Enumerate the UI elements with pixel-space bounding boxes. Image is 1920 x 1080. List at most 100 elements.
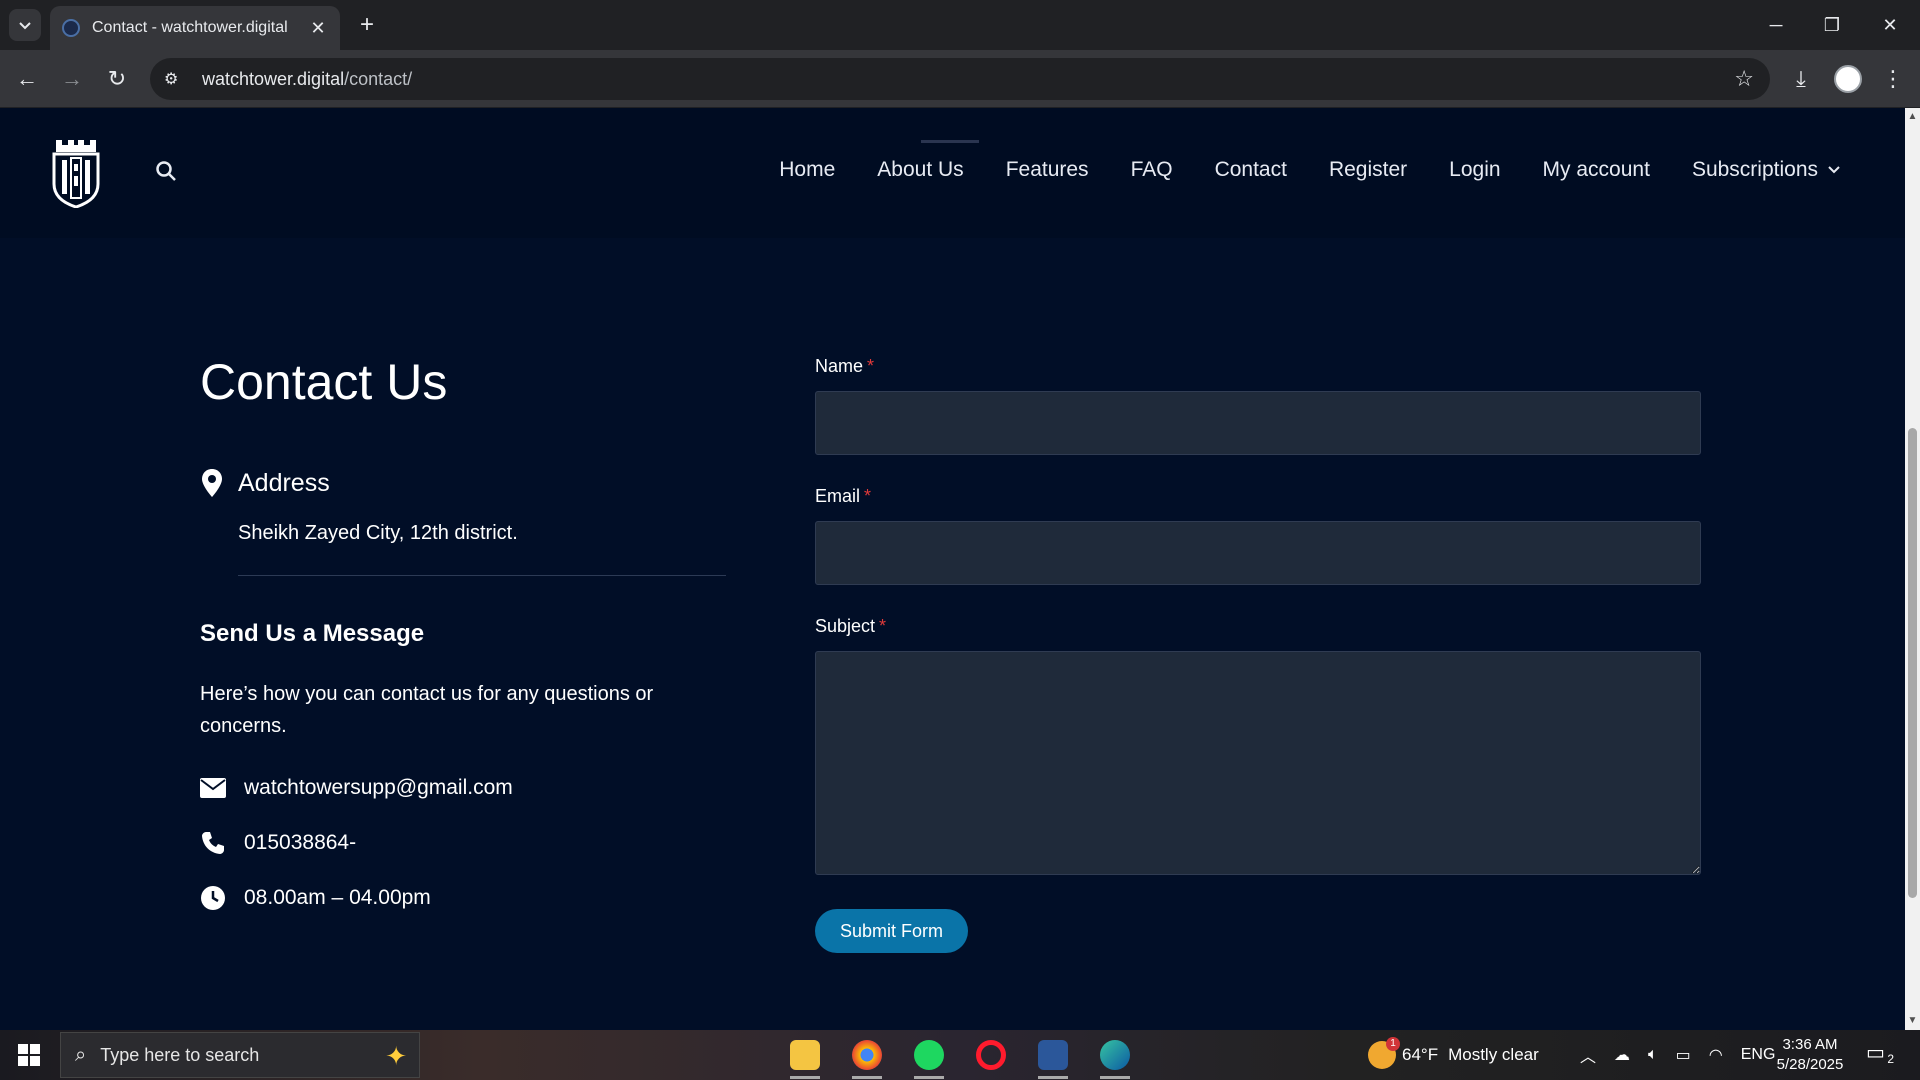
file-explorer-icon[interactable] <box>784 1035 826 1079</box>
minimize-button[interactable]: ─ <box>1756 8 1796 42</box>
battery-icon[interactable]: ▭ <box>1676 1045 1691 1065</box>
nav-item-features[interactable]: Features <box>1006 158 1089 182</box>
sparkle-icon: ✦ <box>385 1041 407 1071</box>
downloads-icon[interactable]: ⤓ <box>1784 62 1818 96</box>
submit-form-button[interactable]: Submit Form <box>815 909 969 953</box>
nav-item-about-us[interactable]: About Us <box>877 158 963 182</box>
nav-item-faq[interactable]: FAQ <box>1131 158 1173 182</box>
main-navigation: Home About Us Features FAQ Contact Regis… <box>779 158 1840 182</box>
nav-item-subscriptions-label: Subscriptions <box>1691 158 1818 181</box>
subject-field[interactable] <box>815 651 1701 875</box>
send-message-description: Here’s how you can contact us for any qu… <box>200 683 654 737</box>
address-label: Address <box>238 468 330 497</box>
scrollbar-thumb[interactable] <box>1908 428 1917 898</box>
new-tab-button[interactable]: + <box>352 10 382 40</box>
page-title: Contact Us <box>200 354 448 410</box>
show-hidden-icons-chevron-icon[interactable]: ︿ <box>1580 1043 1596 1067</box>
location-pin-icon <box>202 469 222 497</box>
required-marker: * <box>879 616 887 636</box>
phone-icon <box>200 830 226 856</box>
spotify-icon[interactable] <box>908 1035 950 1079</box>
send-message-title: Send Us a Message <box>200 620 425 647</box>
contact-form: Name * Email * Subject * Submit Form <box>815 356 1701 953</box>
weather-temperature: 64°F <box>1402 1045 1439 1064</box>
opera-icon[interactable] <box>970 1035 1012 1075</box>
site-favicon-icon <box>62 19 80 37</box>
system-tray: ︿ ☁ 🔈︎ ▭ ◠ ENG <box>1580 1030 1775 1080</box>
notification-center-icon[interactable]: ▭ 2 <box>1866 1040 1896 1070</box>
nav-item-contact[interactable]: Contact <box>1215 158 1287 182</box>
back-button[interactable]: ← <box>10 62 44 96</box>
site-header: Home About Us Features FAQ Contact Regis… <box>0 108 1905 238</box>
email-link[interactable]: watchtowersupp@gmail.com <box>244 776 513 800</box>
required-marker: * <box>867 356 875 376</box>
subject-label: Subject * <box>815 616 887 636</box>
weather-moon-icon: 1 <box>1368 1037 1400 1069</box>
forward-button[interactable]: → <box>55 62 89 96</box>
close-window-button[interactable]: ✕ <box>1870 8 1910 42</box>
profile-avatar[interactable] <box>1834 65 1862 93</box>
clock-icon <box>200 885 226 911</box>
nav-active-indicator <box>921 140 979 143</box>
search-icon[interactable] <box>155 160 177 182</box>
search-icon: ⌕ <box>75 1043 87 1066</box>
phone-info: 015038864- <box>200 830 356 856</box>
wifi-icon[interactable]: ◠ <box>1709 1045 1723 1065</box>
address-text: Sheikh Zayed City, 12th district. <box>238 522 518 544</box>
email-info: watchtowersupp@gmail.com <box>200 775 513 801</box>
notification-count: 2 <box>1887 1052 1894 1066</box>
nav-item-home[interactable]: Home <box>779 158 835 182</box>
tab-title: Contact - watchtower.digital <box>92 19 288 36</box>
edge-icon[interactable] <box>1094 1035 1136 1079</box>
windows-logo-icon <box>18 1044 40 1066</box>
nav-item-register[interactable]: Register <box>1329 158 1407 182</box>
start-button[interactable] <box>0 1030 58 1080</box>
onedrive-cloud-icon[interactable]: ☁ <box>1614 1045 1630 1065</box>
weather-alert-badge: 1 <box>1386 1037 1400 1051</box>
browser-tab-bar: Contact - watchtower.digital ✕ + ─ ❐ ✕ <box>0 0 1920 50</box>
nav-item-login[interactable]: Login <box>1449 158 1500 182</box>
scroll-up-arrow-icon[interactable]: ▲ <box>1907 112 1918 122</box>
business-hours: 08.00am – 04.00pm <box>244 886 431 909</box>
nav-item-my-account[interactable]: My account <box>1543 158 1650 182</box>
tab-search-button[interactable] <box>9 9 41 41</box>
chevron-down-icon <box>19 22 31 30</box>
name-field[interactable] <box>815 391 1701 455</box>
page-content: Home About Us Features FAQ Contact Regis… <box>0 108 1905 1030</box>
watchtower-logo[interactable] <box>50 136 102 208</box>
windows-taskbar: ⌕ Type here to search ✦ 1 64°F Mostly cl… <box>0 1030 1920 1080</box>
chevron-down-icon <box>1828 166 1840 174</box>
nav-item-subscriptions[interactable]: Subscriptions <box>1692 158 1840 182</box>
divider <box>238 575 726 576</box>
system-clock[interactable]: 3:36 AM 5/28/2025 <box>1770 1035 1850 1075</box>
weather-description: Mostly clear <box>1448 1045 1539 1064</box>
hours-info: 08.00am – 04.00pm <box>200 885 431 911</box>
address-bar[interactable]: ⚙ watchtower.digital/contact/ ☆ <box>150 58 1770 100</box>
email-field[interactable] <box>815 521 1701 585</box>
envelope-icon <box>200 775 226 801</box>
name-label: Name * <box>815 356 875 376</box>
restore-button[interactable]: ❐ <box>1812 8 1852 42</box>
reload-button[interactable]: ↻ <box>100 62 134 96</box>
browser-tab[interactable]: Contact - watchtower.digital ✕ <box>50 6 340 50</box>
browser-toolbar: ← → ↻ ⚙ watchtower.digital/contact/ ☆ ⤓ … <box>0 50 1920 108</box>
phone-number[interactable]: 015038864- <box>244 831 356 855</box>
close-tab-icon[interactable]: ✕ <box>308 18 328 39</box>
taskbar-search[interactable]: ⌕ Type here to search ✦ <box>60 1032 420 1078</box>
email-label: Email * <box>815 486 872 506</box>
url-text[interactable]: watchtower.digital/contact/ <box>202 69 412 90</box>
weather-widget[interactable]: 1 64°F Mostly clear <box>1368 1030 1539 1080</box>
page-scrollbar[interactable]: ▲ ▼ <box>1905 108 1920 1030</box>
required-marker: * <box>864 486 872 506</box>
menu-icon[interactable]: ⋮ <box>1876 62 1910 96</box>
clock-date: 5/28/2025 <box>1776 1056 1844 1073</box>
taskbar-search-placeholder: Type here to search <box>100 1044 260 1065</box>
site-info-icon[interactable]: ⚙ <box>164 69 188 89</box>
address-heading: Address <box>200 468 330 498</box>
scroll-down-arrow-icon[interactable]: ▼ <box>1907 1016 1918 1026</box>
clock-time: 3:36 AM <box>1782 1036 1838 1053</box>
bookmark-star-icon[interactable]: ☆ <box>1734 66 1754 92</box>
volume-icon[interactable]: 🔈︎ <box>1648 1046 1658 1064</box>
chrome-icon[interactable] <box>846 1035 888 1079</box>
word-icon[interactable] <box>1032 1035 1074 1079</box>
